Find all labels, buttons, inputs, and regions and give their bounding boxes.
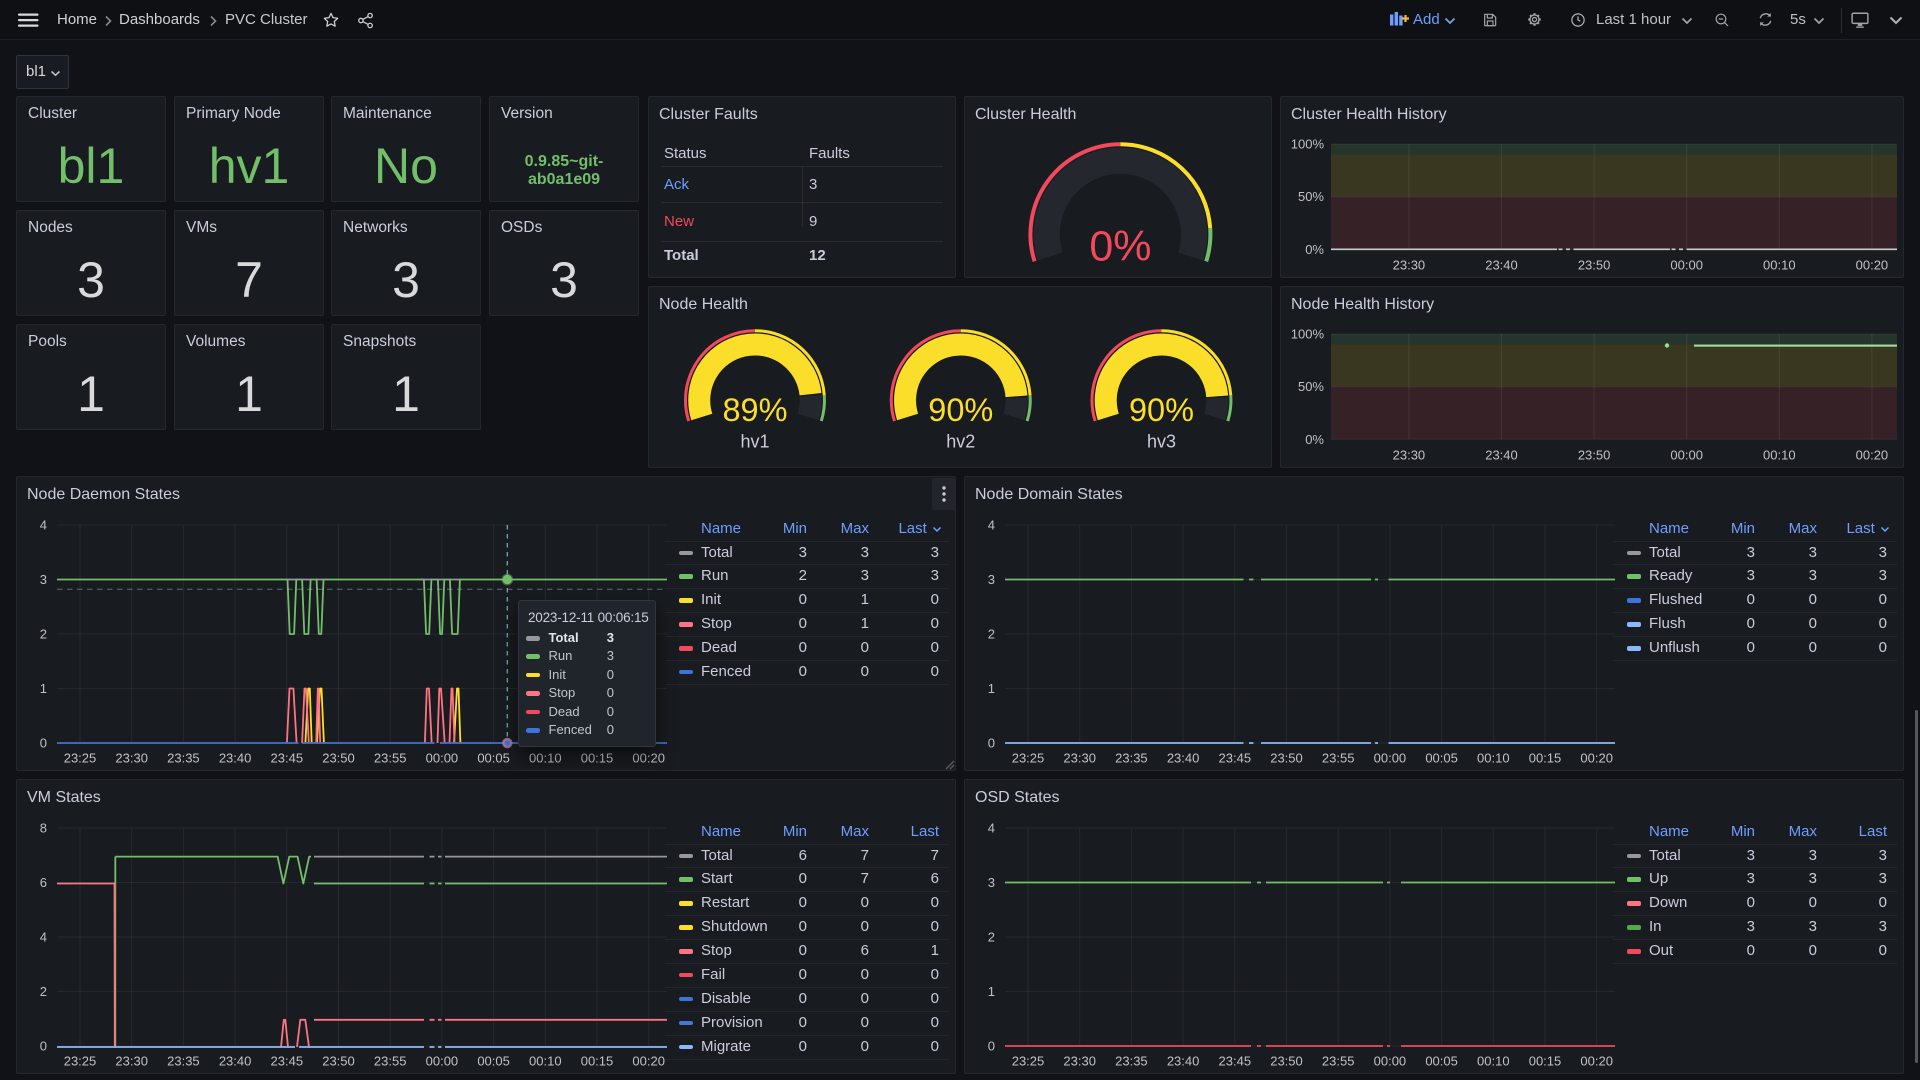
svg-text:23:25: 23:25 xyxy=(1012,1054,1045,1069)
svg-text:6: 6 xyxy=(40,875,47,890)
svg-text:50%: 50% xyxy=(1298,379,1324,394)
svg-text:00:15: 00:15 xyxy=(581,1054,614,1069)
svg-text:3: 3 xyxy=(988,875,995,890)
svg-text:23:50: 23:50 xyxy=(322,1054,355,1069)
svg-text:00:15: 00:15 xyxy=(1529,751,1562,766)
svg-text:23:25: 23:25 xyxy=(64,1054,97,1069)
svg-text:00:10: 00:10 xyxy=(1477,751,1510,766)
svg-text:89%: 89% xyxy=(722,392,787,428)
svg-text:00:20: 00:20 xyxy=(632,1054,665,1069)
svg-text:90%: 90% xyxy=(1129,392,1194,428)
svg-text:4: 4 xyxy=(40,930,47,945)
svg-text:23:50: 23:50 xyxy=(1578,258,1611,273)
svg-text:23:40: 23:40 xyxy=(1485,448,1518,463)
svg-text:4: 4 xyxy=(988,821,995,836)
svg-text:00:20: 00:20 xyxy=(632,751,665,766)
svg-text:00:15: 00:15 xyxy=(581,751,614,766)
svg-text:23:35: 23:35 xyxy=(1115,751,1148,766)
svg-text:23:55: 23:55 xyxy=(1322,1054,1355,1069)
svg-text:23:40: 23:40 xyxy=(1167,751,1200,766)
svg-text:00:10: 00:10 xyxy=(529,751,562,766)
svg-text:2: 2 xyxy=(40,984,47,999)
svg-text:00:10: 00:10 xyxy=(1763,448,1796,463)
svg-text:00:15: 00:15 xyxy=(1529,1054,1562,1069)
svg-text:23:45: 23:45 xyxy=(271,1054,304,1069)
svg-text:23:30: 23:30 xyxy=(1063,1054,1096,1069)
svg-text:1: 1 xyxy=(988,984,995,999)
svg-text:23:55: 23:55 xyxy=(374,751,407,766)
svg-text:23:35: 23:35 xyxy=(167,751,200,766)
svg-text:100%: 100% xyxy=(1291,327,1325,342)
svg-text:00:05: 00:05 xyxy=(477,1054,510,1069)
svg-text:23:35: 23:35 xyxy=(1115,1054,1148,1069)
svg-text:23:25: 23:25 xyxy=(1012,751,1045,766)
svg-text:3: 3 xyxy=(988,572,995,587)
svg-text:90%: 90% xyxy=(928,392,993,428)
svg-text:8: 8 xyxy=(40,821,47,836)
svg-text:00:10: 00:10 xyxy=(529,1054,562,1069)
svg-text:0: 0 xyxy=(40,736,47,751)
svg-text:00:10: 00:10 xyxy=(1477,1054,1510,1069)
svg-text:00:10: 00:10 xyxy=(1763,258,1796,273)
svg-text:00:05: 00:05 xyxy=(477,751,510,766)
svg-text:00:20: 00:20 xyxy=(1580,751,1613,766)
svg-text:23:40: 23:40 xyxy=(219,1054,252,1069)
svg-text:0%: 0% xyxy=(1305,432,1324,447)
svg-text:23:40: 23:40 xyxy=(1167,1054,1200,1069)
svg-text:23:30: 23:30 xyxy=(115,1054,148,1069)
svg-text:2: 2 xyxy=(988,627,995,642)
svg-text:0: 0 xyxy=(988,1039,995,1054)
svg-text:23:35: 23:35 xyxy=(167,1054,200,1069)
svg-text:00:00: 00:00 xyxy=(1374,1054,1407,1069)
svg-text:23:40: 23:40 xyxy=(1485,258,1518,273)
svg-text:23:55: 23:55 xyxy=(374,1054,407,1069)
svg-text:23:50: 23:50 xyxy=(1270,751,1303,766)
svg-text:23:25: 23:25 xyxy=(64,751,97,766)
svg-text:00:00: 00:00 xyxy=(426,751,459,766)
svg-text:00:20: 00:20 xyxy=(1580,1054,1613,1069)
svg-text:50%: 50% xyxy=(1298,189,1324,204)
svg-text:00:05: 00:05 xyxy=(1425,1054,1458,1069)
svg-text:23:30: 23:30 xyxy=(1063,751,1096,766)
svg-text:00:20: 00:20 xyxy=(1856,448,1889,463)
svg-text:1: 1 xyxy=(40,681,47,696)
svg-text:00:00: 00:00 xyxy=(1670,258,1703,273)
svg-text:00:20: 00:20 xyxy=(1856,258,1889,273)
svg-text:0%: 0% xyxy=(1089,223,1151,271)
svg-text:0%: 0% xyxy=(1305,242,1324,257)
svg-text:2: 2 xyxy=(988,930,995,945)
svg-text:hv2: hv2 xyxy=(946,431,975,451)
svg-text:23:55: 23:55 xyxy=(1322,751,1355,766)
svg-text:23:50: 23:50 xyxy=(1270,1054,1303,1069)
svg-text:23:45: 23:45 xyxy=(1219,1054,1252,1069)
svg-text:1: 1 xyxy=(988,681,995,696)
svg-text:00:05: 00:05 xyxy=(1425,751,1458,766)
svg-text:23:45: 23:45 xyxy=(1219,751,1252,766)
svg-text:0: 0 xyxy=(988,736,995,751)
svg-text:2: 2 xyxy=(40,627,47,642)
svg-text:00:00: 00:00 xyxy=(1670,448,1703,463)
svg-text:4: 4 xyxy=(988,518,995,533)
svg-text:hv3: hv3 xyxy=(1147,431,1176,451)
svg-text:100%: 100% xyxy=(1291,137,1325,152)
svg-text:00:00: 00:00 xyxy=(426,1054,459,1069)
svg-text:23:30: 23:30 xyxy=(1393,258,1426,273)
svg-text:23:50: 23:50 xyxy=(322,751,355,766)
svg-text:4: 4 xyxy=(40,518,47,533)
svg-text:00:00: 00:00 xyxy=(1374,751,1407,766)
svg-text:23:30: 23:30 xyxy=(1393,448,1426,463)
svg-text:0: 0 xyxy=(40,1039,47,1054)
svg-text:23:30: 23:30 xyxy=(115,751,148,766)
svg-text:23:45: 23:45 xyxy=(271,751,304,766)
svg-text:hv1: hv1 xyxy=(740,431,769,451)
svg-text:3: 3 xyxy=(40,572,47,587)
svg-text:23:50: 23:50 xyxy=(1578,448,1611,463)
svg-text:23:40: 23:40 xyxy=(219,751,252,766)
